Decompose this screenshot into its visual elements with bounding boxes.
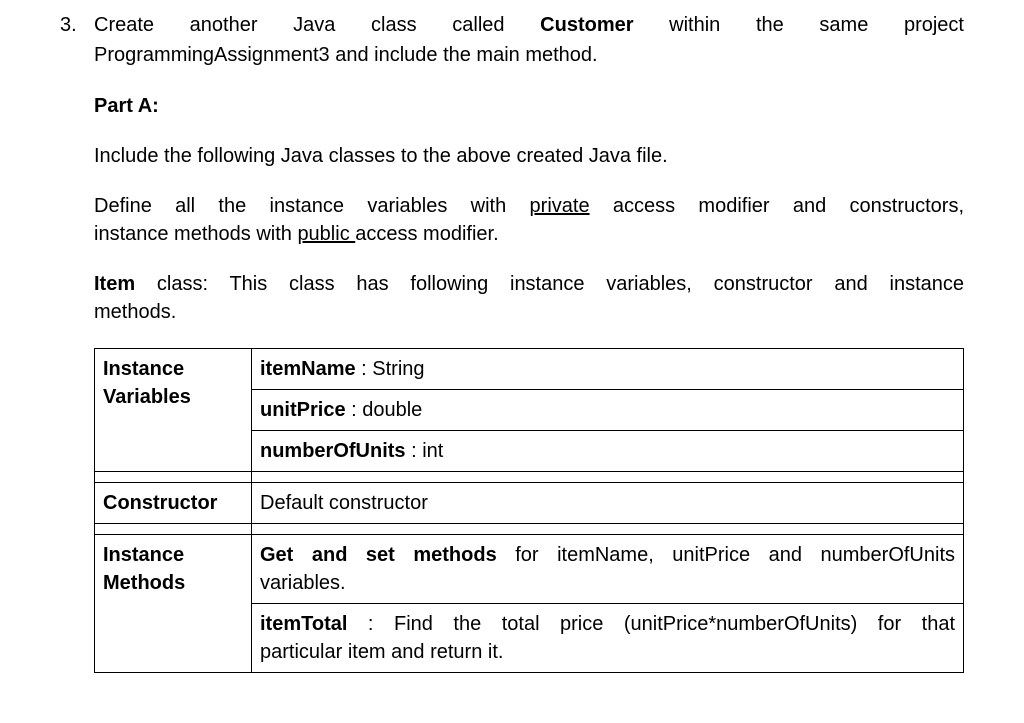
question-header: 3. Create another Java class called Cust…	[60, 10, 964, 40]
q-word: the	[756, 14, 784, 36]
question-text: Create another Java class called Custome…	[94, 10, 964, 40]
item-class-paragraph: Item class: This class has following ins…	[94, 270, 964, 326]
item-text-part2: methods.	[94, 298, 964, 326]
numberofunits-type: : int	[406, 440, 444, 462]
numberofunits-cell: numberOfUnits : int	[252, 431, 964, 472]
question-number: 3.	[60, 10, 94, 40]
instance-methods-label: InstanceMethods	[95, 535, 252, 673]
q-word: within	[669, 14, 720, 36]
q-word: Java	[293, 14, 335, 36]
unitprice-bold: unitPrice	[260, 399, 346, 421]
getset-cell: Get and set methods for itemName, unitPr…	[252, 535, 964, 604]
q-word: another	[190, 14, 258, 36]
table-spacer-row	[95, 472, 964, 483]
define-mid-part2: instance methods with	[94, 223, 297, 245]
q-word: same	[819, 14, 868, 36]
instance-vars-label: InstanceVariables	[95, 349, 252, 472]
q-word-customer: Customer	[540, 14, 633, 36]
define-prefix: Define all the instance variables with	[94, 195, 530, 217]
constructor-label: Constructor	[95, 483, 252, 524]
question-line2: ProgrammingAssignment3 and include the m…	[94, 40, 964, 70]
itemtotal-cell: itemTotal : Find the total price (unitPr…	[252, 604, 964, 673]
document-page: 3. Create another Java class called Cust…	[0, 0, 1024, 693]
constructor-cell: Default constructor	[252, 483, 964, 524]
table-spacer-row	[95, 524, 964, 535]
q-word: Create	[94, 14, 154, 36]
itemname-cell: itemName : String	[252, 349, 964, 390]
numberofunits-bold: numberOfUnits	[260, 440, 406, 462]
table-row: InstanceMethods Get and set methods for …	[95, 535, 964, 604]
getset-bold: Get and set methods	[260, 544, 497, 566]
itemtotal-line2: particular item and return it.	[260, 638, 955, 666]
table-row: InstanceVariables itemName : String	[95, 349, 964, 390]
getset-line2: variables.	[260, 569, 955, 597]
part-a-intro: Include the following Java classes to th…	[94, 142, 964, 170]
q-word: class	[371, 14, 417, 36]
define-paragraph: Define all the instance variables with p…	[94, 192, 964, 248]
define-suffix: access modifier.	[355, 223, 498, 245]
unitprice-type: : double	[346, 399, 423, 421]
itemtotal-bold: itemTotal	[260, 613, 347, 635]
q-word: project	[904, 14, 964, 36]
itemname-bold: itemName	[260, 358, 356, 380]
item-text-part1: class: This class has following instance…	[135, 273, 964, 295]
getset-rest: for itemName, unitPrice and numberOfUnit…	[497, 544, 955, 566]
itemname-type: : String	[356, 358, 425, 380]
unitprice-cell: unitPrice : double	[252, 390, 964, 431]
q-word: called	[452, 14, 504, 36]
part-a-heading: Part A:	[94, 92, 964, 120]
private-keyword: private	[530, 195, 590, 217]
public-keyword: public	[297, 223, 355, 245]
itemtotal-rest: : Find the total price (unitPrice*number…	[347, 613, 955, 635]
item-bold: Item	[94, 273, 135, 295]
define-mid-part1: access modifier and constructors,	[590, 195, 964, 217]
table-row: Constructor Default constructor	[95, 483, 964, 524]
class-spec-table: InstanceVariables itemName : String unit…	[94, 348, 964, 673]
